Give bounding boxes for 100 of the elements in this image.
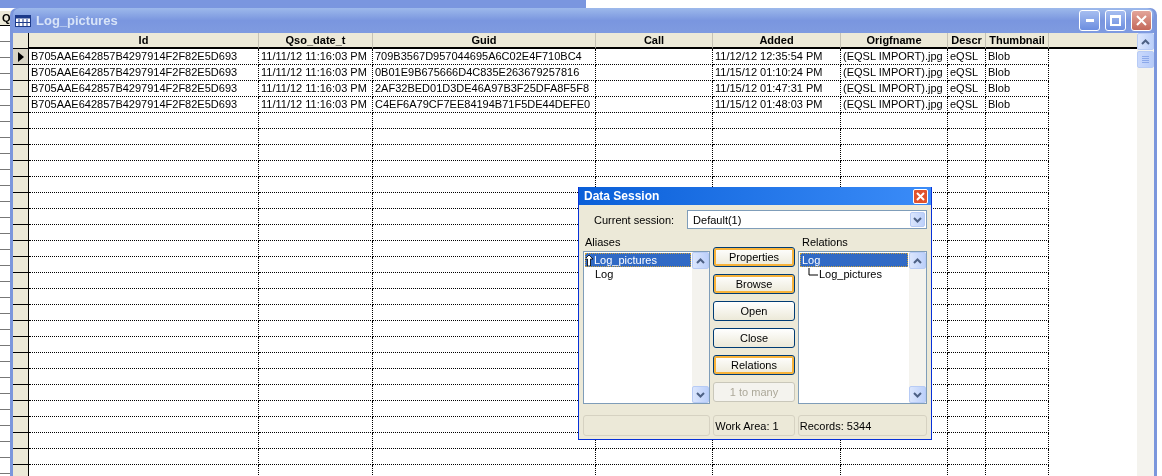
maximize-button[interactable] <box>1105 10 1126 31</box>
column-header[interactable]: Origfname <box>841 33 948 49</box>
empty-cell <box>986 225 1049 241</box>
table-cell: 11/11/12 11:16:03 PM <box>259 81 373 97</box>
table-cell: (EQSL IMPORT).jpg <box>841 49 948 65</box>
relation-item[interactable]: Log_pictures <box>800 267 908 281</box>
dialog-button[interactable]: Properties <box>713 247 795 267</box>
dialog-button[interactable]: Relations <box>713 355 795 375</box>
table-cell: 11/12/12 12:35:54 PM <box>713 49 841 65</box>
empty-cell <box>986 401 1049 417</box>
table-cell: B705AAE642857B4297914F2F82E5D693 <box>29 49 259 65</box>
empty-cell <box>986 241 1049 257</box>
dialog-button[interactable]: Browse <box>713 274 795 294</box>
dropdown-icon <box>913 216 922 223</box>
table-cell: 11/15/12 01:48:03 PM <box>713 97 841 113</box>
record-selector[interactable] <box>13 225 29 241</box>
empty-cell <box>986 321 1049 337</box>
table-cell: B705AAE642857B4297914F2F82E5D693 <box>29 81 259 97</box>
record-selector[interactable] <box>13 353 29 369</box>
record-selector[interactable] <box>13 289 29 305</box>
relations-label: Relations <box>801 236 849 249</box>
column-header[interactable]: Id <box>29 33 259 49</box>
record-selector[interactable] <box>13 417 29 433</box>
empty-cell <box>986 289 1049 305</box>
maximize-icon <box>1110 15 1121 26</box>
empty-cell <box>948 161 986 177</box>
minimize-button[interactable] <box>1079 10 1100 31</box>
record-selector[interactable] <box>13 385 29 401</box>
close-button[interactable] <box>913 188 928 204</box>
empty-cell <box>986 209 1049 225</box>
scroll-thumb[interactable] <box>1137 51 1154 68</box>
session-dropdown[interactable]: Default(1) <box>687 210 927 229</box>
table-cell: 709B3567D957044695A6C02E4F710BC4 <box>373 49 596 65</box>
record-selector[interactable] <box>13 65 29 81</box>
record-selector[interactable] <box>13 369 29 385</box>
table-cell: eQSL <box>948 81 986 97</box>
dialog-button[interactable]: Open <box>713 301 795 321</box>
column-header[interactable]: Descr <box>948 33 986 49</box>
table-cell: B705AAE642857B4297914F2F82E5D693 <box>29 65 259 81</box>
record-selector[interactable] <box>13 449 29 465</box>
record-selector[interactable] <box>13 97 29 113</box>
record-selector[interactable] <box>13 81 29 97</box>
scroll-up-icon <box>1141 38 1150 45</box>
record-selector[interactable] <box>13 257 29 273</box>
empty-cell <box>948 113 986 129</box>
table-cell: (EQSL IMPORT).jpg <box>841 81 948 97</box>
record-selector[interactable] <box>13 129 29 145</box>
table-cell: Blob <box>986 97 1049 113</box>
empty-cell <box>986 257 1049 273</box>
record-selector[interactable] <box>13 321 29 337</box>
minimize-icon <box>1085 19 1094 22</box>
record-selector[interactable] <box>13 273 29 289</box>
record-selector[interactable] <box>13 145 29 161</box>
record-selector[interactable] <box>13 49 29 65</box>
table-cell: Blob <box>986 49 1049 65</box>
column-header[interactable]: Call <box>596 33 713 49</box>
table-cell: B705AAE642857B4297914F2F82E5D693 <box>29 97 259 113</box>
close-button[interactable] <box>1131 10 1152 31</box>
record-selector[interactable] <box>13 113 29 129</box>
alias-item[interactable]: Log_pictures <box>585 253 691 267</box>
record-selector[interactable] <box>13 161 29 177</box>
scroll-down-icon <box>696 391 705 398</box>
table-cell: Blob <box>986 65 1049 81</box>
record-selector[interactable] <box>13 177 29 193</box>
table-cell: 11/15/12 01:10:24 PM <box>713 65 841 81</box>
empty-cell <box>986 305 1049 321</box>
table-cell: 2AF32BED01D3DE46A97B3F25DFA8F5F8 <box>373 81 596 97</box>
empty-cell <box>986 369 1049 385</box>
column-header[interactable]: Thumbnail <box>986 33 1049 49</box>
scroll-down-icon <box>913 391 922 398</box>
table-cell: 11/11/12 11:16:03 PM <box>259 65 373 81</box>
relations-tree[interactable]: Log Log_pictures <box>798 251 927 404</box>
table-cell: 11/15/12 01:47:31 PM <box>713 81 841 97</box>
record-selector[interactable] <box>13 193 29 209</box>
empty-cell <box>948 449 986 465</box>
column-header[interactable]: Qso_date_t <box>259 33 373 49</box>
scroll-up-button[interactable] <box>1137 33 1154 50</box>
aliases-label: Aliases <box>584 236 622 249</box>
table-cell: (EQSL IMPORT).jpg <box>841 65 948 81</box>
scroll-up-icon <box>913 257 922 264</box>
close-icon <box>916 191 925 201</box>
record-selector[interactable] <box>13 305 29 321</box>
empty-cell <box>986 273 1049 289</box>
column-header[interactable]: Added <box>713 33 841 49</box>
empty-cell <box>986 145 1049 161</box>
relation-item[interactable]: Log <box>800 253 908 267</box>
record-selector[interactable] <box>13 209 29 225</box>
alias-item[interactable]: Log <box>585 267 691 281</box>
empty-cell <box>986 129 1049 145</box>
dialog-button[interactable]: Close <box>713 328 795 348</box>
empty-cell <box>986 161 1049 177</box>
record-selector[interactable] <box>13 433 29 449</box>
table-cell: eQSL <box>948 97 986 113</box>
column-header[interactable]: Guid <box>373 33 596 49</box>
record-selector[interactable] <box>13 241 29 257</box>
aliases-list[interactable]: Log_pictures Log <box>583 251 710 404</box>
record-selector[interactable] <box>13 337 29 353</box>
empty-cell <box>986 337 1049 353</box>
empty-cell <box>986 385 1049 401</box>
record-selector[interactable] <box>13 401 29 417</box>
